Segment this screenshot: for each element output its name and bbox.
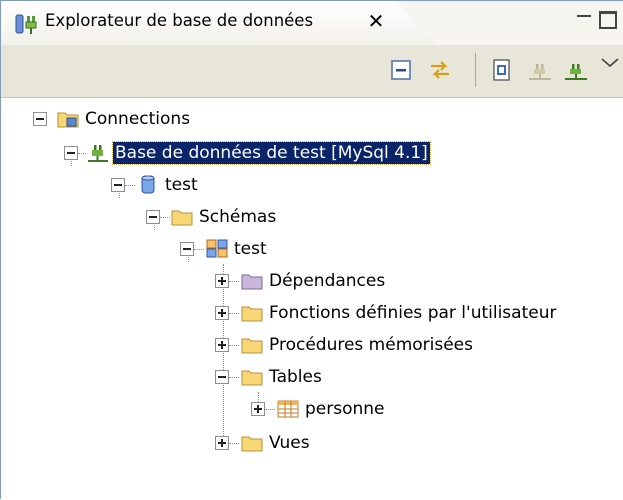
tree-label: Tables [269, 367, 322, 387]
toolbar-separator [475, 53, 476, 87]
tree-connector [125, 185, 135, 186]
tree-connector [229, 377, 239, 378]
tree-node-schemas[interactable]: Schémas [1, 206, 301, 236]
collapse-toggle[interactable] [146, 210, 160, 224]
tree-label: test [165, 175, 198, 195]
folder-icon [241, 306, 263, 322]
tree-connector [229, 443, 239, 444]
disconnect-icon[interactable] [527, 57, 553, 83]
connection-icon [88, 145, 108, 162]
view-title: Explorateur de base de données [45, 11, 314, 30]
minimize-view-icon[interactable] [577, 15, 591, 20]
maximize-view-icon[interactable] [599, 11, 617, 29]
tree-label: Connections [85, 109, 191, 129]
folder-icon [241, 370, 263, 386]
tree-node-tables[interactable]: Tables [1, 366, 401, 396]
tree-label: Dépendances [269, 271, 386, 291]
folder-icon [241, 436, 263, 452]
collapse-toggle[interactable] [111, 178, 125, 192]
tree-node-schema[interactable]: test [1, 238, 301, 268]
tree-label: Vues [269, 433, 310, 453]
tree-connector [265, 409, 275, 410]
tree-node-stored-procedures[interactable]: Procédures mémorisées [1, 334, 501, 364]
tree-node-udf[interactable]: Fonctions définies par l'utilisateur [1, 302, 621, 332]
expand-toggle[interactable] [215, 436, 229, 450]
folder-icon [241, 338, 263, 354]
connect-icon[interactable] [563, 57, 589, 83]
database-tree: Connections Base de données de test [MyS… [1, 98, 623, 500]
collapse-toggle[interactable] [64, 146, 78, 160]
tree-node-table-personne[interactable]: personne [1, 398, 451, 428]
special-folder-icon [241, 274, 263, 290]
tree-label: Procédures mémorisées [269, 335, 473, 355]
expand-toggle[interactable] [215, 306, 229, 320]
collapse-all-icon[interactable] [389, 57, 415, 83]
tree-connector [160, 217, 170, 218]
view-menu-icon[interactable] [597, 51, 623, 77]
folder-icon [171, 210, 193, 226]
view-tab[interactable]: Explorateur de base de données ✕ [1, 1, 436, 45]
tree-node-connection[interactable]: Base de données de test [MySql 4.1] [1, 141, 441, 172]
view-tab-strip: Explorateur de base de données ✕ [1, 1, 623, 45]
tree-connector [78, 153, 86, 154]
tree-label: Schémas [199, 207, 277, 227]
table-icon [277, 400, 299, 418]
collapse-toggle[interactable] [33, 112, 47, 126]
tree-connector [229, 345, 239, 346]
tree-node-views[interactable]: Vues [1, 432, 401, 462]
database-icon [141, 175, 155, 194]
tree-connector [229, 313, 239, 314]
expand-toggle[interactable] [215, 338, 229, 352]
tree-label: test [234, 239, 267, 259]
tree-label: personne [305, 399, 385, 419]
connections-folder-icon [57, 112, 79, 128]
tree-connector [194, 249, 204, 250]
tree-connector [229, 281, 239, 282]
expand-toggle[interactable] [215, 274, 229, 288]
tree-label: Fonctions définies par l'utilisateur [269, 303, 557, 323]
view-toolbar [1, 45, 623, 98]
collapse-toggle[interactable] [215, 370, 229, 384]
tree-node-dependencies[interactable]: Dépendances [1, 270, 451, 300]
database-explorer-view: Explorateur de base de données ✕ Connect… [0, 0, 623, 500]
database-explorer-icon [15, 14, 37, 34]
tree-label: Base de données de test [MySql 4.1] [112, 141, 431, 165]
expand-toggle[interactable] [251, 402, 265, 416]
new-sql-file-icon[interactable] [489, 57, 515, 83]
link-with-editor-icon[interactable] [427, 57, 453, 83]
schema-icon [206, 239, 228, 258]
tree-node-connections[interactable]: Connections [1, 108, 301, 138]
tree-node-database[interactable]: test [1, 174, 301, 204]
collapse-toggle[interactable] [180, 242, 194, 256]
close-view-icon[interactable]: ✕ [365, 10, 387, 32]
